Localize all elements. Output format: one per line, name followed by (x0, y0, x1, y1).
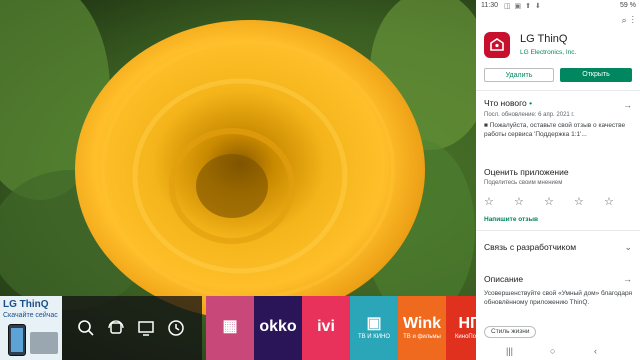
app-tile-wink-logo[interactable]: Wink ТВ и фильмы (398, 296, 446, 360)
tv-film-icon: ▣ (366, 315, 382, 332)
open-button[interactable]: Открыть (560, 68, 632, 82)
phone-illustration (8, 324, 26, 356)
rotate-display-icon[interactable] (106, 318, 126, 338)
grid-calendar-icon: ▦ (222, 318, 238, 335)
star-1-icon[interactable]: ☆ (484, 195, 494, 208)
promo-title: LG ThinQ (3, 299, 49, 310)
star-4-icon[interactable]: ☆ (574, 195, 584, 208)
toolbar-actions: ⌕ ⋮ (622, 15, 634, 26)
description-title[interactable]: Описание (484, 274, 523, 284)
developer-contact-title[interactable]: Связь с разработчиком (484, 242, 576, 252)
status-battery: 59 % (620, 2, 636, 9)
tv-launcher-bar: LG ThinQ Скачайте сейчас ▦ okko ivi ▣ ТВ И К… (0, 296, 494, 360)
screen-share-icon[interactable] (136, 318, 156, 338)
description-body: Усовершенствуйте свой «Умный дом» благод… (484, 290, 633, 306)
okko-logo: okko (259, 318, 297, 335)
whats-new-body: ■ Пожалуйста, оставьте свой отзыв о каче… (484, 122, 626, 138)
more-options-icon[interactable]: ⋮ (632, 15, 634, 25)
whats-new-title[interactable]: Что нового • (484, 98, 532, 108)
app-title: LG ThinQ (520, 33, 568, 45)
recent-apps-icon[interactable]: ||| (506, 346, 513, 356)
back-icon[interactable]: ‹ (594, 346, 597, 356)
rate-app-title: Оценить приложение (484, 167, 569, 177)
launcher-nav-strip (62, 296, 202, 360)
chevron-down-icon[interactable]: ⌄ (624, 242, 632, 253)
write-review-link[interactable]: Напишите отзыв (484, 216, 538, 223)
divider (476, 90, 640, 91)
search-icon[interactable] (76, 318, 96, 338)
lg-thinq-promo-tile[interactable]: LG ThinQ Скачайте сейчас (0, 296, 62, 360)
app-tile-okko-logo[interactable]: okko (254, 296, 302, 360)
app-developer-link[interactable]: LG Electronics, Inc. (520, 49, 576, 56)
phone-play-store-screen: 11:30 ◫ ▣ ⬆ ⬇ 59 % ⌕ ⋮ LG ThinQ LG Elect… (476, 0, 640, 360)
recent-history-icon[interactable] (166, 318, 186, 338)
status-time: 11:30 (481, 2, 498, 9)
screen: LG ThinQ Скачайте сейчас ▦ okko ivi ▣ ТВ И К… (0, 0, 640, 360)
android-nav-bar: ||| ○ ‹ (476, 344, 640, 360)
appliance-illustration (30, 332, 58, 354)
arrow-right-icon[interactable]: → (623, 274, 632, 284)
star-5-icon[interactable]: ☆ (604, 195, 614, 208)
app-tile-ivi-logo[interactable]: ivi (302, 296, 350, 360)
app-tile-caption: ТВ и фильмы (403, 334, 441, 340)
star-3-icon[interactable]: ☆ (544, 195, 554, 208)
status-bar: 11:30 ◫ ▣ ⬆ ⬇ 59 % (476, 0, 640, 12)
lg-thinq-app-icon (484, 32, 510, 58)
whats-new-date: Посл. обновление: 6 апр. 2021 г. (484, 112, 575, 118)
arrow-right-icon[interactable]: → (623, 100, 632, 110)
star-2-icon[interactable]: ☆ (514, 195, 524, 208)
status-notification-icons: ◫ ▣ ⬆ ⬇ (504, 3, 542, 10)
app-tile-caption: ТВ И КИНО (357, 334, 391, 340)
promo-subtitle: Скачайте сейчас (3, 312, 58, 319)
rate-app-subtitle: Поделитесь своим мнением (484, 180, 563, 186)
app-tile-tv-film-icon[interactable]: ▣ ТВ И КИНО (350, 296, 398, 360)
wink-logo: Wink (402, 315, 442, 332)
home-icon[interactable]: ○ (550, 346, 555, 356)
divider (476, 230, 640, 231)
search-icon[interactable]: ⌕ (622, 15, 627, 25)
uninstall-button[interactable]: Удалить (484, 68, 554, 82)
ivi-logo: ivi (317, 318, 335, 335)
category-chip[interactable]: Стиль жизни (484, 326, 537, 338)
app-tile-grid-calendar-icon[interactable]: ▦ (206, 296, 254, 360)
